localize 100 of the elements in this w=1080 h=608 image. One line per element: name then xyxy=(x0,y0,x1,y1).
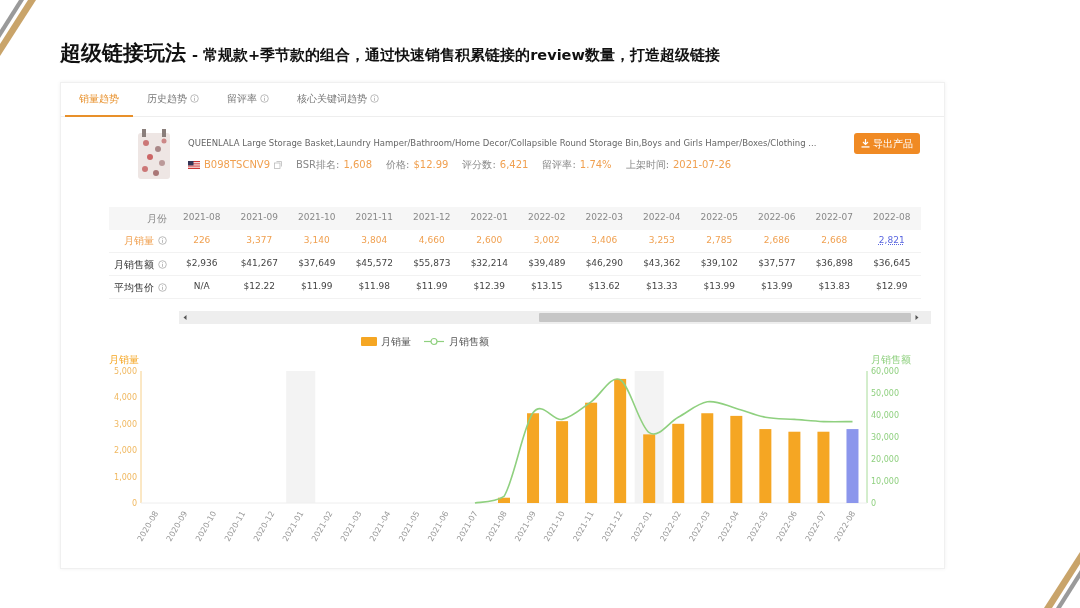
row-label: 月销售额 xyxy=(114,257,154,272)
axis-label: 0 xyxy=(131,499,137,508)
info-icon xyxy=(158,236,167,246)
column-header: 2022-07 xyxy=(805,206,863,230)
info-icon xyxy=(190,94,199,103)
column-header: 2021-10 xyxy=(288,206,346,230)
table-cell: $12.99 xyxy=(863,275,921,299)
info-icon xyxy=(158,259,167,269)
axis-title: 月销量 xyxy=(109,354,139,365)
axis-label: 5,000 xyxy=(114,367,137,376)
axis-label: 0 xyxy=(871,499,877,508)
flag-icon xyxy=(188,160,200,169)
table-cell: 3,253 xyxy=(633,229,691,253)
stat-value: $12.99 xyxy=(413,158,449,173)
table-cell: 2,785 xyxy=(690,229,748,253)
export-button[interactable]: 导出产品 xyxy=(854,132,920,154)
row-label: 平均售价 xyxy=(114,280,154,295)
column-header: 2021-12 xyxy=(403,206,461,230)
slide-subtitle: - 常规款+季节款的组合，通过快速销售积累链接的review数量，打造超级链接 xyxy=(192,46,720,65)
table-cell: 3,406 xyxy=(575,229,633,253)
table-cell: 2,668 xyxy=(805,229,863,253)
table-cell: $11.99 xyxy=(403,275,461,299)
stat-value: 1,608 xyxy=(343,158,373,173)
table-cell: $39,102 xyxy=(690,252,748,276)
table-cell: $11.98 xyxy=(345,275,403,299)
table-cell: 3,804 xyxy=(345,229,403,253)
table-cell: 3,002 xyxy=(518,229,576,253)
table-cell: $12.22 xyxy=(230,275,288,299)
column-header: 2021-11 xyxy=(345,206,403,230)
table-cell: $43,362 xyxy=(633,252,691,276)
axis-label: 50,000 xyxy=(871,389,899,398)
table-cell: 2,821 xyxy=(863,229,921,253)
table-cell: 2,686 xyxy=(748,229,806,253)
stat-label: 评分数: xyxy=(462,158,496,173)
column-header: 2021-09 xyxy=(230,206,288,230)
table-cell: 2,600 xyxy=(460,229,518,253)
table-cell: $36,898 xyxy=(805,252,863,276)
table-cell: $37,577 xyxy=(748,252,806,276)
table-cell: $13.15 xyxy=(518,275,576,299)
copy-icon xyxy=(274,160,283,169)
table-cell: $32,214 xyxy=(460,252,518,276)
table-cell: $13.62 xyxy=(575,275,633,299)
axis-label: 10,000 xyxy=(871,477,899,486)
legend-label: 月销量 xyxy=(381,335,411,349)
table-cell: $36,645 xyxy=(863,252,921,276)
axis-label: 60,000 xyxy=(871,367,899,376)
stat-label: BSR排名: xyxy=(296,158,340,173)
info-icon xyxy=(370,94,379,103)
axis-label: 40,000 xyxy=(871,411,899,420)
table-cell: $13.33 xyxy=(633,275,691,299)
table-cell: $46,290 xyxy=(575,252,633,276)
table-cell: $41,267 xyxy=(230,252,288,276)
table-cell: $45,572 xyxy=(345,252,403,276)
table-cell: N/A xyxy=(173,275,231,299)
axis-label: 4,000 xyxy=(114,393,137,403)
tab[interactable]: 历史趋势 xyxy=(133,82,213,117)
row-label: 月销量 xyxy=(124,234,154,249)
table-cell: $2,936 xyxy=(173,252,231,276)
axis-label: 30,000 xyxy=(871,433,899,442)
column-header: 2022-06 xyxy=(748,206,806,230)
scrollbar-thumb[interactable] xyxy=(539,313,911,322)
column-header: 月份 xyxy=(109,206,173,230)
stat-value: 2021-07-26 xyxy=(673,158,732,173)
table-cell: $39,489 xyxy=(518,252,576,276)
axis-label: 1,000 xyxy=(114,472,137,482)
stat-value: 1.74% xyxy=(579,158,612,173)
column-header: 2021-08 xyxy=(173,206,231,230)
table-cell: 4,660 xyxy=(403,229,461,253)
table-cell: $12.39 xyxy=(460,275,518,299)
axis-label: 2,000 xyxy=(114,446,137,456)
info-icon xyxy=(260,94,269,103)
table-cell: $13.83 xyxy=(805,275,863,299)
column-header: 2022-02 xyxy=(518,206,576,230)
tab[interactable]: 销量趋势 xyxy=(65,82,133,117)
stat-value: 6,421 xyxy=(499,158,529,173)
product-title[interactable]: QUEENLALA Large Storage Basket,Laundry Hamper/Bathroom/Home Decor/Collapsible Round Storage Bin,Boys and Girls Hamper/Boxes/Clothing ... xyxy=(188,136,838,150)
info-icon xyxy=(158,282,167,292)
table-cell: $37,649 xyxy=(288,252,346,276)
stat-label: 留评率: xyxy=(542,158,576,173)
table-cell: 3,140 xyxy=(288,229,346,253)
column-header: 2022-03 xyxy=(575,206,633,230)
column-header: 2022-05 xyxy=(690,206,748,230)
table-cell: $11.99 xyxy=(288,275,346,299)
tab[interactable]: 核心关键词趋势 xyxy=(283,82,393,117)
table-cell: $55,873 xyxy=(403,252,461,276)
slide-title: 超级链接玩法 xyxy=(60,40,186,67)
stat-label: 价格: xyxy=(386,158,410,173)
axis-label: 3,000 xyxy=(114,419,137,429)
axis-label: 20,000 xyxy=(871,455,899,464)
tab[interactable]: 留评率 xyxy=(213,82,283,117)
stat-label: 上架时间: xyxy=(625,158,669,173)
download-icon xyxy=(861,138,870,148)
column-header: 2022-01 xyxy=(460,206,518,230)
table-cell: 226 xyxy=(173,229,231,253)
column-header: 2022-04 xyxy=(633,206,691,230)
table-cell: 3,377 xyxy=(230,229,288,253)
axis-title: 月销售额 xyxy=(871,354,911,365)
table-cell: $13.99 xyxy=(690,275,748,299)
table-cell: $13.99 xyxy=(748,275,806,299)
legend-label: 月销售额 xyxy=(449,335,489,349)
